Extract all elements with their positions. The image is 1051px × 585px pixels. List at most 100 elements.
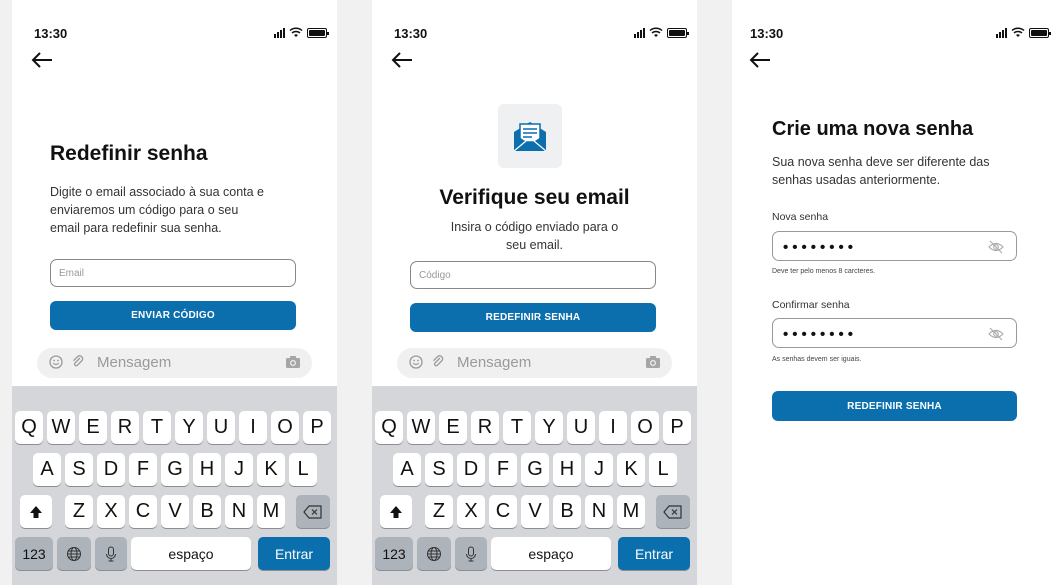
key-o[interactable]: O <box>271 411 299 444</box>
shift-key[interactable] <box>20 495 52 528</box>
back-arrow-icon[interactable] <box>30 50 54 70</box>
numbers-key[interactable]: 123 <box>15 537 53 570</box>
backspace-icon <box>663 504 682 519</box>
key-x[interactable]: X <box>457 495 485 528</box>
key-f[interactable]: F <box>489 453 517 486</box>
key-t[interactable]: T <box>503 411 531 444</box>
key-m[interactable]: M <box>617 495 645 528</box>
key-h[interactable]: H <box>553 453 581 486</box>
description-line: Sua nova senha deve ser diferente das <box>772 155 990 169</box>
space-key[interactable]: espaço <box>491 537 611 570</box>
key-g[interactable]: G <box>521 453 549 486</box>
camera-icon[interactable] <box>645 355 661 369</box>
key-j[interactable]: J <box>585 453 613 486</box>
reset-password-button[interactable]: REDEFINIR SENHA <box>410 303 656 332</box>
key-s[interactable]: S <box>425 453 453 486</box>
new-password-value[interactable]: •••••••• <box>783 239 857 256</box>
globe-key[interactable] <box>57 537 91 570</box>
new-password-hint: Deve ter pelo menos 8 carcteres. <box>772 268 876 275</box>
enter-key[interactable]: Entrar <box>258 537 330 570</box>
message-placeholder[interactable]: Mensagem <box>457 354 531 371</box>
message-bar[interactable]: Mensagem <box>397 348 672 378</box>
key-k[interactable]: K <box>617 453 645 486</box>
key-i[interactable]: I <box>239 411 267 444</box>
key-n[interactable]: N <box>585 495 613 528</box>
globe-key[interactable] <box>417 537 451 570</box>
key-v[interactable]: V <box>161 495 189 528</box>
eye-off-icon[interactable] <box>988 240 1004 254</box>
key-i[interactable]: I <box>599 411 627 444</box>
key-g[interactable]: G <box>161 453 189 486</box>
key-u[interactable]: U <box>207 411 235 444</box>
key-c[interactable]: C <box>129 495 157 528</box>
key-x[interactable]: X <box>97 495 125 528</box>
back-arrow-icon[interactable] <box>390 50 414 70</box>
key-q[interactable]: Q <box>15 411 43 444</box>
reset-password-button[interactable]: REDEFINIR SENHA <box>772 391 1017 421</box>
key-a[interactable]: A <box>33 453 61 486</box>
key-r[interactable]: R <box>471 411 499 444</box>
numbers-key[interactable]: 123 <box>375 537 413 570</box>
shift-key[interactable] <box>380 495 412 528</box>
key-m[interactable]: M <box>257 495 285 528</box>
microphone-key[interactable] <box>95 537 127 570</box>
back-arrow-icon[interactable] <box>748 50 772 70</box>
code-field[interactable] <box>410 261 656 289</box>
email-input[interactable] <box>51 260 295 286</box>
space-key[interactable]: espaço <box>131 537 251 570</box>
eye-off-icon[interactable] <box>988 327 1004 341</box>
enter-key[interactable]: Entrar <box>618 537 690 570</box>
status-time: 13:30 <box>394 26 428 41</box>
emoji-icon[interactable] <box>49 355 63 369</box>
key-h[interactable]: H <box>193 453 221 486</box>
key-b[interactable]: B <box>553 495 581 528</box>
key-y[interactable]: Y <box>535 411 563 444</box>
message-bar[interactable]: Mensagem <box>37 348 312 378</box>
key-w[interactable]: W <box>47 411 75 444</box>
key-e[interactable]: E <box>439 411 467 444</box>
attach-icon[interactable] <box>431 355 445 369</box>
email-field[interactable] <box>50 259 296 287</box>
attach-icon[interactable] <box>71 355 85 369</box>
key-d[interactable]: D <box>457 453 485 486</box>
key-p[interactable]: P <box>303 411 331 444</box>
key-y[interactable]: Y <box>175 411 203 444</box>
key-l[interactable]: L <box>289 453 317 486</box>
description-line: Digite o email associado à sua conta e <box>50 185 265 199</box>
globe-icon <box>427 546 441 561</box>
emoji-icon[interactable] <box>409 355 423 369</box>
confirm-password-value[interactable]: •••••••• <box>783 326 857 343</box>
camera-icon[interactable] <box>285 355 301 369</box>
key-u[interactable]: U <box>567 411 595 444</box>
key-b[interactable]: B <box>193 495 221 528</box>
key-e[interactable]: E <box>79 411 107 444</box>
key-q[interactable]: Q <box>375 411 403 444</box>
key-j[interactable]: J <box>225 453 253 486</box>
key-s[interactable]: S <box>65 453 93 486</box>
key-z[interactable]: Z <box>65 495 93 528</box>
key-l[interactable]: L <box>649 453 677 486</box>
key-f[interactable]: F <box>129 453 157 486</box>
code-input[interactable] <box>411 262 655 288</box>
key-a[interactable]: A <box>393 453 421 486</box>
confirm-password-field[interactable]: •••••••• <box>772 318 1017 348</box>
backspace-key[interactable] <box>296 495 330 528</box>
key-t[interactable]: T <box>143 411 171 444</box>
microphone-icon <box>466 546 476 561</box>
new-password-field[interactable]: •••••••• <box>772 231 1017 261</box>
key-o[interactable]: O <box>631 411 659 444</box>
key-c[interactable]: C <box>489 495 517 528</box>
key-w[interactable]: W <box>407 411 435 444</box>
key-d[interactable]: D <box>97 453 125 486</box>
microphone-key[interactable] <box>455 537 487 570</box>
key-z[interactable]: Z <box>425 495 453 528</box>
key-n[interactable]: N <box>225 495 253 528</box>
key-k[interactable]: K <box>257 453 285 486</box>
globe-icon <box>67 546 81 561</box>
key-r[interactable]: R <box>111 411 139 444</box>
backspace-key[interactable] <box>656 495 690 528</box>
send-code-button[interactable]: ENVIAR CÓDIGO <box>50 301 296 330</box>
message-placeholder[interactable]: Mensagem <box>97 354 171 371</box>
key-v[interactable]: V <box>521 495 549 528</box>
key-p[interactable]: P <box>663 411 691 444</box>
